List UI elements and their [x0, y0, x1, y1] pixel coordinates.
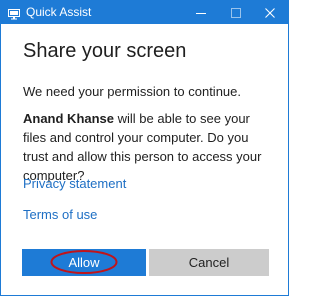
close-icon	[265, 7, 275, 18]
permission-message: We need your permission to continue.	[23, 84, 241, 99]
quick-assist-monitor-icon	[8, 7, 20, 20]
minimize-button[interactable]	[184, 1, 218, 24]
terms-of-use-link[interactable]: Terms of use	[23, 206, 97, 224]
quick-assist-window: Quick Assist Share your screen We need y…	[0, 0, 289, 296]
page-title: Share your screen	[23, 40, 187, 62]
maximize-icon	[231, 7, 241, 18]
privacy-statement-link[interactable]: Privacy statement	[23, 175, 126, 193]
access-request-message: Anand Khanse will be able to see your fi…	[23, 109, 273, 185]
allow-button[interactable]: Allow	[22, 249, 146, 276]
minimize-icon	[196, 12, 206, 14]
cancel-button[interactable]: Cancel	[149, 249, 269, 276]
requester-name: Anand Khanse	[23, 111, 115, 126]
window-title: Quick Assist	[26, 5, 92, 19]
close-button[interactable]	[253, 1, 287, 24]
title-bar[interactable]: Quick Assist	[1, 1, 288, 24]
maximize-button[interactable]	[219, 1, 253, 24]
